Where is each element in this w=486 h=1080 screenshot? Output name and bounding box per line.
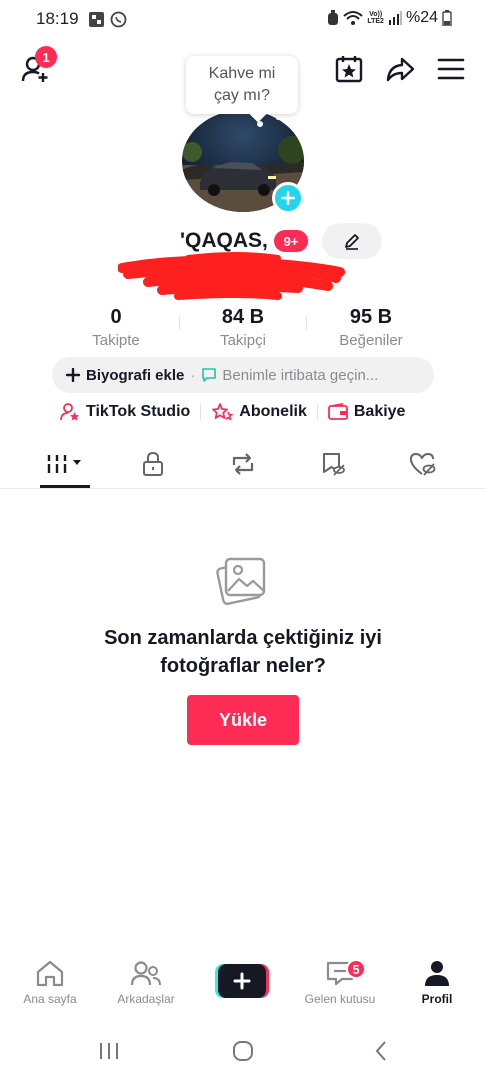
empty-state-message: Son zamanlarda çektiğiniz iyi fotoğrafla… [0,624,486,680]
tool-divider [316,404,318,420]
home-icon [36,960,64,987]
bio-separator: · [190,366,196,384]
repost-icon [232,453,254,475]
stat-following[interactable]: 0 Takipte [51,306,181,349]
status-tooltip[interactable]: Kahve mi çay mı? [186,56,298,114]
avatar-add-button[interactable] [272,182,304,214]
nav-label: Gelen kutusu [304,992,376,1006]
heart-hidden-icon [410,453,436,476]
empty-state-line2: fotoğraflar neler? [160,655,326,677]
create-button[interactable] [215,964,269,998]
tab-liked[interactable] [398,446,448,482]
add-bio-label: Biyografi ekle [86,366,185,384]
creator-calendar-button[interactable] [332,52,366,86]
tiktok-studio-button[interactable]: TikTok Studio [60,402,190,422]
inbox-badge: 5 [346,959,366,979]
wallet-icon [327,403,348,420]
stars-icon [212,403,234,421]
tool-label: Abonelik [239,403,307,420]
nav-label: Profil [421,992,453,1006]
chat-bubble-icon [202,368,217,382]
gallery-notification-icon [89,12,104,27]
tab-reposts[interactable] [218,446,268,482]
battery-percent: %24 [405,9,438,26]
pencil-icon [345,234,359,250]
home-system-button[interactable] [228,1038,258,1064]
balance-button[interactable]: Bakiye [327,403,406,421]
nav-label: Ana sayfa [23,992,77,1006]
volte-indicator: Vo)) LTE2 [367,11,384,25]
stat-value: 95 B [349,306,393,328]
stat-likes[interactable]: 95 B Beğeniler [306,306,436,349]
tooltip-line2: çay mı? [213,87,270,104]
redaction-scribble [118,252,345,300]
stat-label: Beğeniler [339,332,403,349]
calendar-star-icon [335,56,363,83]
hamburger-menu-icon [437,58,465,80]
friend-request-badge: 1 [35,46,57,68]
status-left-icons [88,11,127,28]
profile-icon [425,961,449,986]
bookmark-hidden-icon [323,453,345,476]
stat-label: Takipçi [220,332,266,349]
status-bar: 18:19 Vo)) LTE2 %24 [0,0,486,40]
upload-button[interactable]: Yükle [187,695,299,745]
home-circle-icon [233,1041,253,1061]
stat-value: 0 [110,306,122,328]
recent-apps-icon [100,1043,118,1059]
stat-value: 84 B [221,306,265,328]
nav-inbox[interactable]: Gelen kutusu [290,955,390,1006]
status-right: Vo)) LTE2 %24 [327,9,452,27]
tab-bar-border [0,488,486,489]
lock-icon [143,451,163,476]
status-time: 18:19 [36,9,79,28]
wifi-icon [343,11,364,25]
bio-row: Biyografi ekle · Benimle irtibata geçin.… [52,357,434,393]
empty-state-line1: Son zamanlarda çektiğiniz iyi [104,627,382,649]
recent-apps-button[interactable] [94,1038,124,1064]
back-chevron-icon [375,1041,386,1061]
tab-videos[interactable] [40,446,90,482]
tool-label: Bakiye [353,403,406,420]
menu-button[interactable] [434,52,468,86]
nav-home[interactable]: Ana sayfa [0,955,100,1006]
back-button[interactable] [366,1038,396,1064]
whatsapp-icon [110,11,127,28]
share-icon [386,57,415,82]
tooltip-line1: Kahve mi [208,65,276,82]
contact-button[interactable]: Benimle irtibata geçin... [201,367,378,384]
tool-divider [200,404,202,420]
person-star-icon [60,403,79,421]
subscription-button[interactable]: Abonelik [211,402,307,422]
friends-icon [130,961,161,986]
stat-followers[interactable]: 84 B Takipçi [178,306,308,349]
photos-icon [216,557,266,606]
nav-label: Arkadaşlar [117,992,175,1006]
system-navigation [0,1030,486,1070]
stat-label: Takipte [92,332,140,349]
nav-friends[interactable]: Arkadaşlar [96,955,196,1006]
tab-favorites[interactable] [308,446,358,482]
alarm-icon [328,10,339,25]
battery-icon [442,10,452,26]
nav-profile[interactable]: Profil [387,955,486,1006]
signal-icon [388,11,402,25]
plus-icon [281,191,295,205]
grid-dropdown-icon [47,455,81,473]
tool-label: TikTok Studio [86,403,191,420]
add-bio-button[interactable]: Biyografi ekle [66,367,184,384]
notification-badge[interactable]: 9+ [274,230,308,252]
contact-label: Benimle irtibata geçin... [222,366,379,384]
plus-icon [66,368,80,382]
creator-tools-row: TikTok Studio Abonelik Bakiye [60,402,405,422]
tab-private[interactable] [128,446,178,482]
share-profile-button[interactable] [383,52,417,86]
